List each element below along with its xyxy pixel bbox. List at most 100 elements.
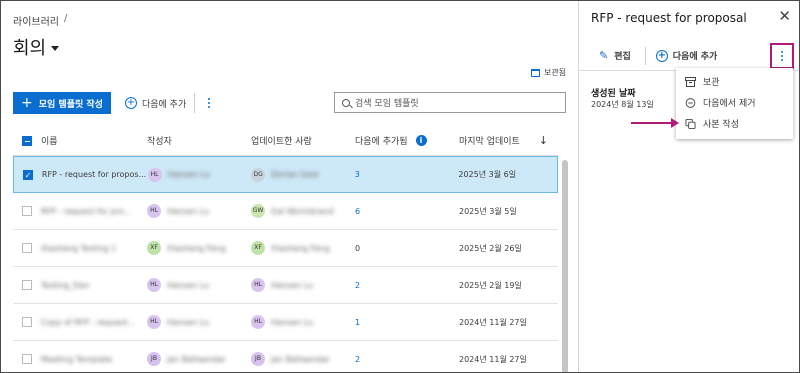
row-checkbox[interactable] [22, 317, 32, 327]
row-name[interactable]: Copy of RFP - request... [41, 318, 147, 327]
archive-box-icon [531, 68, 540, 77]
avatar: GW [251, 204, 265, 218]
edit-button[interactable]: ✎ 편집 [599, 49, 631, 62]
app-frame: 라이브러리 / 회의 보관됨 + 모임 템플릿 작성 + 다음에 추가 검색 모… [0, 0, 800, 373]
row-updater-name: Dorian Gaia [271, 170, 319, 179]
archive-box-icon [685, 76, 696, 87]
header-added-to-label: 다음에 추가됨 [355, 137, 408, 147]
row-updater: HL Hansen Lu [251, 278, 355, 292]
table-row[interactable]: Testing_Dan HL Hansen Lu HL Hansen Lu 2 2025년 … [13, 267, 558, 304]
row-name[interactable]: Testing_Dan [41, 281, 147, 290]
row-added-count[interactable]: 6 [355, 207, 360, 216]
search-input[interactable]: 검색 모임 템플릿 [334, 92, 566, 113]
row-date: 2024년 11월 27일 [459, 317, 527, 327]
caret-down-icon [51, 46, 60, 51]
row-date: 2025년 2월 26일 [459, 243, 522, 253]
header-added-to[interactable]: 다음에 추가됨 i [355, 134, 459, 147]
panel-add-to-label: 다음에 추가 [672, 52, 718, 62]
avatar: HL [251, 315, 265, 329]
row-updater-name: Hansen Lu [271, 280, 314, 290]
panel-add-to-button[interactable]: + 다음에 추가 [655, 49, 718, 62]
row-author: HL Hansen Lu [147, 167, 252, 182]
row-checkbox[interactable]: ✓ [22, 169, 33, 180]
row-date: 2024년 11월 27일 [459, 354, 527, 364]
archived-link[interactable]: 보관됨 [531, 67, 566, 78]
row-added-count[interactable]: 2 [355, 355, 360, 364]
row-date: 2025년 2월 19일 [459, 280, 522, 290]
header-name[interactable]: 이름 [41, 134, 147, 147]
row-updater: HL Hansen Lu [251, 315, 355, 329]
circle-plus-icon: + [655, 49, 668, 62]
avatar: JB [251, 352, 265, 366]
select-all-checkbox[interactable] [22, 135, 32, 146]
breadcrumb-separator: / [64, 13, 68, 24]
row-updater: XF Xiaoliang Feng [251, 241, 355, 255]
menu-item-archive[interactable]: 보관 [676, 71, 793, 92]
table-row[interactable]: Meeting Template JB Jan Betlaender JB Jan Be… [13, 341, 558, 372]
panel-title: RFP - request for proposal [591, 11, 747, 25]
scrollbar-thumb[interactable] [562, 160, 568, 372]
add-to-button[interactable]: + 다음에 추가 [124, 97, 186, 110]
menu-item-duplicate[interactable]: 사본 작성 [676, 113, 793, 134]
row-date: 2025년 3월 6일 [458, 170, 517, 179]
table-body: ✓ RFP - request for propos... HL Hansen Lu D… [13, 156, 558, 372]
templates-table: 이름 작성자 업데이트한 사람 다음에 추가됨 i 마지막 업데이트 ↓ ✓ RF… [13, 126, 558, 372]
table-row[interactable]: RFP - request for pro... HL Hansen Lu GW Gal… [13, 193, 558, 230]
row-checkbox[interactable] [22, 354, 32, 364]
row-author: HL Hansen Lu [147, 204, 251, 218]
breadcrumb: 라이브러리 / [13, 13, 67, 28]
table-row[interactable]: Xiaoliang Testing 1 XF Xiaoliang Feng XF Xia… [13, 230, 558, 267]
scrollbar[interactable] [562, 156, 568, 372]
row-updater-name: Gal Wormbrand [271, 206, 334, 216]
page-title: 회의 [13, 38, 47, 59]
row-updater: DG Dorian Gaia [251, 167, 355, 182]
row-name[interactable]: RFP - request for propos... [42, 170, 148, 179]
header-author[interactable]: 작성자 [147, 134, 251, 147]
menu-duplicate-label: 사본 작성 [703, 120, 739, 130]
edit-label: 편집 [614, 52, 631, 62]
close-icon[interactable]: ✕ [778, 7, 791, 25]
header-last-updated[interactable]: 마지막 업데이트 ↓ [459, 134, 558, 147]
create-template-label: 모임 템플릿 작성 [38, 99, 103, 110]
circle-minus-icon [685, 97, 696, 108]
panel-toolbar-divider [644, 46, 646, 65]
more-options-menu: 보관 다음에서 제거 사본 작성 [676, 68, 793, 139]
panel-more-options-icon[interactable] [770, 43, 794, 69]
row-added-count[interactable]: 3 [355, 170, 360, 179]
table-row[interactable]: Copy of RFP - request... HL Hansen Lu HL Han… [13, 304, 558, 341]
row-checkbox[interactable] [22, 243, 32, 253]
row-date: 2025년 3월 5일 [459, 206, 517, 216]
row-added-count[interactable]: 2 [355, 281, 360, 290]
row-name[interactable]: Meeting Template [41, 355, 147, 364]
table-row[interactable]: ✓ RFP - request for propos... HL Hansen Lu D… [13, 156, 558, 193]
more-options-icon[interactable] [205, 98, 213, 108]
panel-toolbar: ✎ 편집 + 다음에 추가 [579, 41, 799, 71]
avatar: HL [251, 278, 265, 292]
row-checkbox[interactable] [22, 280, 32, 290]
row-checkbox[interactable] [22, 206, 32, 216]
info-icon[interactable]: i [415, 135, 427, 146]
menu-item-remove[interactable]: 다음에서 제거 [676, 92, 793, 113]
arrow-annotation-icon [631, 118, 679, 128]
row-updater: JB Jan Betlaender [251, 352, 355, 366]
search-placeholder: 검색 모임 템플릿 [355, 99, 419, 109]
breadcrumb-library-link[interactable]: 라이브러리 [13, 13, 59, 28]
avatar: HL [147, 315, 161, 329]
archived-label: 보관됨 [544, 68, 567, 77]
row-name[interactable]: RFP - request for pro... [41, 207, 147, 216]
row-added-count[interactable]: 1 [355, 318, 360, 327]
avatar: XF [251, 241, 265, 255]
sort-down-icon[interactable]: ↓ [539, 134, 548, 147]
header-updater[interactable]: 업데이트한 사람 [251, 134, 355, 147]
row-author-name: Hansen Lu [167, 280, 210, 290]
row-updater-name: Hansen Lu [271, 317, 314, 327]
page-title-dropdown[interactable]: 회의 [13, 34, 60, 60]
plus-icon: + [21, 95, 33, 111]
avatar: XF [147, 241, 161, 255]
row-name[interactable]: Xiaoliang Testing 1 [41, 244, 147, 253]
created-date-value: 2024년 8월 13일 [591, 100, 654, 109]
table-header: 이름 작성자 업데이트한 사람 다음에 추가됨 i 마지막 업데이트 ↓ [13, 126, 558, 156]
create-template-button[interactable]: + 모임 템플릿 작성 [13, 92, 111, 114]
row-author-name: Xiaoliang Feng [167, 243, 226, 253]
row-author-name: Hansen Lu [167, 317, 210, 327]
